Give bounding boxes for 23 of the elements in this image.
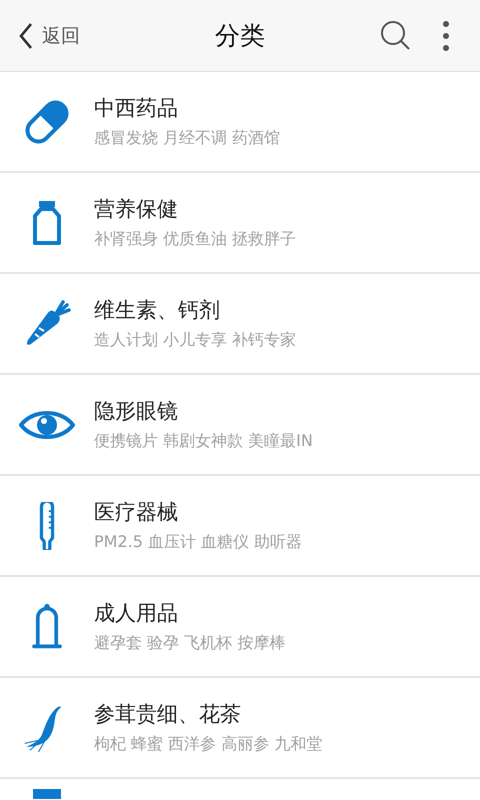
category-item[interactable]: 医疗器械 PM2.5 血压计 血糖仪 助听器 (0, 476, 480, 577)
category-item[interactable]: 维生素、钙剂 造人计划 小儿专享 补钙专家 (0, 274, 480, 375)
category-subtitle: 便携镜片 韩剧女神款 美瞳最IN (94, 431, 313, 452)
category-subtitle: 造人计划 小儿专享 补钙专家 (94, 330, 296, 351)
category-title: 成人用品 (94, 600, 179, 627)
category-item[interactable]: 参茸贵细、花茶 枸杞 蜂蜜 西洋参 高丽参 九和堂 (0, 678, 480, 779)
category-item[interactable]: 成人用品 避孕套 验孕 飞机杯 按摩棒 (0, 577, 480, 678)
category-title: 维生素、钙剂 (94, 297, 221, 324)
back-button[interactable]: 返回 (0, 22, 80, 50)
category-title: 参茸贵细、花茶 (94, 701, 242, 728)
category-subtitle: 感冒发烧 月经不调 药酒馆 (94, 128, 280, 149)
category-item[interactable]: 营养保健 补肾强身 优质鱼油 拯救胖子 (0, 173, 480, 274)
category-title: 中西药品 (94, 95, 179, 122)
category-title: 隐形眼镜 (94, 398, 179, 425)
category-item[interactable]: 中西药品 感冒发烧 月经不调 药酒馆 (0, 72, 480, 173)
category-subtitle: 避孕套 验孕 飞机杯 按摩棒 (94, 633, 286, 654)
page-title: 分类 (215, 20, 265, 52)
category-title: 营养保健 (94, 196, 179, 223)
category-subtitle: 枸杞 蜂蜜 西洋参 高丽参 九和堂 (94, 734, 322, 755)
category-subtitle: 补肾强身 优质鱼油 拯救胖子 (94, 229, 296, 250)
category-subtitle: PM2.5 血压计 血糖仪 助听器 (94, 532, 302, 553)
category-item[interactable]: 隐形眼镜 便携镜片 韩剧女神款 美瞳最IN (0, 375, 480, 476)
category-title: 医疗器械 (94, 499, 179, 526)
